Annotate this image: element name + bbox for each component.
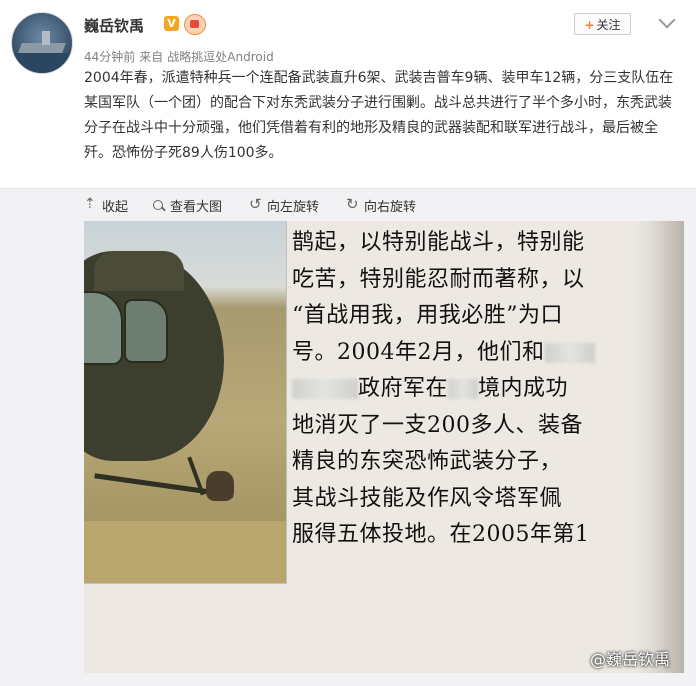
view-large-label: 查看大图 [170,200,223,215]
avatar-sea [12,53,72,73]
avatar[interactable] [11,12,73,74]
rotate-left-label: 向左旋转 [267,200,320,215]
book-line-with-redaction: 号。2004年2月，他们和 [292,335,637,372]
avatar-carrier-tower [42,31,50,45]
follow-label: 关注 [596,18,621,32]
helicopter-window [84,291,123,365]
post-photo[interactable]: 鹊起，以特别能战斗，特别能 吃苦，特别能忍耐而著称，以 “首战用我，用我必胜”为… [84,221,684,673]
helicopter-window [124,299,168,363]
post-source[interactable]: 战略挑逗处Android [167,50,273,64]
book-line: 鹊起，以特别能战斗，特别能 [292,230,585,255]
grass-field [84,521,286,583]
helicopter-body [84,251,224,461]
book-line-text: 政府军在 [358,376,449,401]
rotate-left-icon [249,195,263,213]
book-line: “首战用我，用我必胜”为口 [292,303,563,328]
blurred-redaction [448,379,479,399]
verified-badge-icon[interactable]: V [164,16,179,31]
book-line-with-redaction: 政府军在 境内成功 [292,371,637,408]
author-name[interactable]: 巍岳钦禹 [84,15,144,36]
page-fold-shadow [632,221,684,673]
photo-panel: 鹊起，以特别能战斗，特别能 吃苦，特别能忍耐而著称，以 “首战用我，用我必胜”为… [0,221,696,686]
book-line: 吃苦，特别能忍耐而著称，以 [292,266,585,292]
collapse-label: 收起 [102,200,129,215]
book-line: 其战斗技能及作风令塔军佩 [292,485,563,511]
dog-figure [206,471,234,501]
chevron-down-icon[interactable] [658,11,676,29]
book-line-text: 境内成功 [478,376,569,401]
book-page-text: 鹊起，以特别能战斗，特别能 吃苦，特别能忍耐而著称，以 “首战用我，用我必胜”为… [292,225,637,554]
post-time[interactable]: 44分钟前 [84,50,135,64]
post-meta: 44分钟前 来自 战略挑逗处Android [84,48,278,65]
blurred-redaction [292,379,358,399]
collapse-button[interactable]: 收起 [84,196,129,216]
book-line-text: 号。2004年2月，他们和 [292,339,545,365]
book-line: 地消灭了一支200多人、装备 [292,412,583,438]
rotate-right-icon [346,195,360,213]
rotate-right-label: 向右旋转 [364,200,417,215]
book-line: 精良的东突恐怖武装分子， [292,449,563,474]
member-badge-icon[interactable] [184,14,206,35]
source-prefix: 来自 [139,50,164,64]
view-large-button[interactable]: 查看大图 [152,196,222,215]
image-watermark: @巍岳钦禹 [590,650,671,669]
rotate-left-button[interactable]: 向左旋转 [249,195,320,216]
search-icon [152,199,166,213]
collapse-icon [84,196,98,213]
follow-button[interactable]: + 关注 [574,13,631,35]
book-line: 服得五体投地。在2005年第1 [292,522,590,547]
image-toolbar: 收起 查看大图 向左旋转 向右旋转 [0,188,696,221]
helicopter-image [84,221,287,584]
rotate-right-button[interactable]: 向右旋转 [346,195,417,216]
helicopter-rotor-housing [94,251,184,291]
blurred-redaction [544,342,595,363]
plus-icon: + [584,18,595,32]
post-text: 2004年春，派遣特种兵一个连配备武装直升6架、武装吉普车9辆、装甲车12辆，分… [84,70,674,161]
